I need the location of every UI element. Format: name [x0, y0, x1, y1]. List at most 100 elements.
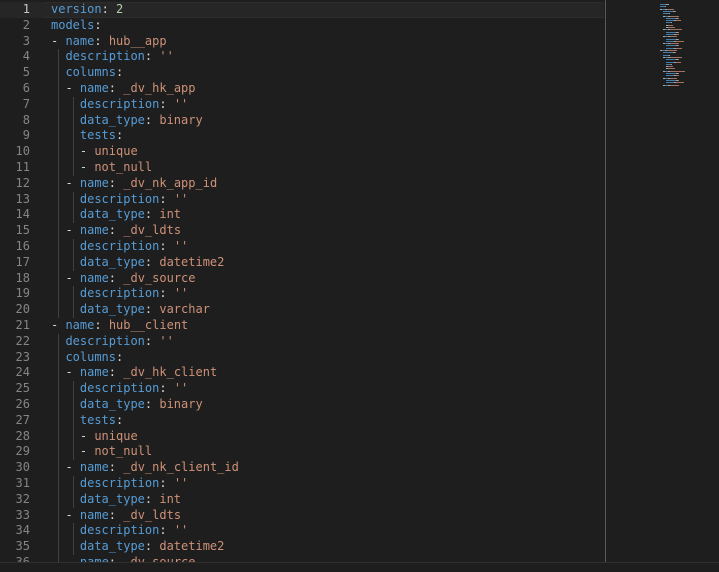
yaml-key: description: [79, 238, 160, 253]
yaml-key: data_type: [79, 539, 145, 554]
code-line[interactable]: 31 description: '': [0, 475, 604, 492]
minimap-segment: [670, 84, 680, 86]
code-line[interactable]: 22 description: '': [0, 333, 604, 350]
code-line[interactable]: 32 data_type: int: [0, 491, 604, 508]
indent-guide: [72, 491, 74, 508]
code-editor[interactable]: 1 version: 2 2 models: 3- name: hub__app 4 des…: [0, 0, 719, 572]
minimap-segment: [666, 61, 675, 63]
line-number: 4: [22, 49, 30, 64]
list-dash: -: [65, 175, 80, 190]
code-line[interactable]: 6 - name: _dv_hk_app: [0, 80, 604, 97]
code-line[interactable]: 18 - name: _dv_source: [0, 270, 604, 287]
minimap-segment: [674, 10, 677, 12]
code-text: models:: [51, 18, 102, 34]
line-number: 3: [22, 33, 30, 48]
code-line[interactable]: 19 description: '': [0, 286, 604, 303]
indent-guide: [58, 460, 60, 476]
line-number: 21: [15, 317, 30, 332]
code-line[interactable]: 34 description: '': [0, 523, 604, 540]
code-line[interactable]: 12 - name: _dv_nk_app_id: [0, 175, 604, 192]
indent-guide: [58, 539, 60, 555]
list-dash: -: [65, 80, 80, 95]
yaml-separator: :: [94, 33, 109, 48]
minimap-segment: [666, 40, 675, 42]
line-number: 9: [22, 128, 30, 143]
code-line[interactable]: 5 columns:: [0, 65, 604, 81]
code-text: - name: _dv_hk_app: [65, 81, 195, 97]
indent-guide: [72, 159, 74, 176]
code-line[interactable]: 17 data_type: datetime2: [0, 254, 604, 271]
code-line[interactable]: 30 - name: _dv_nk_client_id: [0, 460, 604, 476]
line-number: 30: [15, 460, 30, 475]
indent-guide: [72, 238, 74, 255]
line-number: 28: [15, 428, 30, 443]
code-line[interactable]: 7 description: '': [0, 96, 604, 113]
code-lines[interactable]: 1 version: 2 2 models: 3- name: hub__app 4 des…: [0, 2, 604, 571]
code-line[interactable]: 8 data_type: binary: [0, 112, 604, 129]
list-dash: -: [65, 507, 80, 522]
code-line[interactable]: 29 - not_null: [0, 444, 604, 461]
line-number: 18: [15, 270, 30, 285]
yaml-key: name: [79, 270, 109, 285]
indent-guide: [72, 412, 74, 429]
indent-guide: [72, 444, 74, 461]
minimap-segment: [666, 59, 676, 61]
minimap-segment: [666, 75, 675, 77]
code-text: - name: _dv_hk_client: [65, 365, 217, 381]
code-text: description: '': [65, 49, 173, 65]
code-line[interactable]: 14 data_type: int: [0, 207, 604, 224]
code-line[interactable]: 33 - name: _dv_ldts: [0, 507, 604, 524]
code-line[interactable]: 25 description: '': [0, 381, 604, 397]
code-text: description: '': [65, 334, 173, 350]
code-line[interactable]: 13 description: '': [0, 191, 604, 208]
indent-guide: [72, 128, 74, 145]
list-dash: -: [79, 444, 95, 459]
code-line[interactable]: 24 - name: _dv_hk_client: [0, 365, 604, 382]
minimap-segment: [675, 47, 683, 49]
code-line[interactable]: 20 data_type: varchar: [0, 302, 604, 318]
code-line[interactable]: 21 - name: hub__client: [0, 318, 604, 334]
code-line[interactable]: 23 columns:: [0, 349, 604, 366]
indent-guide: [58, 444, 60, 461]
list-dash: -: [51, 317, 66, 332]
code-line[interactable]: 16 description: '': [0, 238, 604, 255]
minimap-segment: [677, 59, 680, 61]
code-line[interactable]: 4 description: '': [0, 49, 604, 66]
code-line[interactable]: 1 version: 2: [0, 2, 604, 18]
yaml-value: not_null: [94, 159, 153, 174]
minimap[interactable]: [606, 0, 719, 572]
horizontal-scrollbar[interactable]: [0, 562, 719, 572]
yaml-value: _dv_nk_client_id: [123, 460, 239, 475]
list-dash: -: [65, 270, 80, 285]
code-line[interactable]: 2 models:: [0, 18, 604, 34]
minimap-segment: [666, 79, 676, 81]
indent-guide: [72, 381, 74, 397]
code-text: - not_null: [80, 444, 152, 460]
indent-guide: [72, 112, 74, 129]
line-number: 5: [22, 65, 30, 80]
yaml-separator: :: [144, 207, 160, 222]
line-number: 26: [15, 396, 30, 411]
indent-guide: [58, 207, 60, 224]
code-text: tests:: [80, 128, 123, 144]
code-line[interactable]: 11 - not_null: [0, 159, 604, 176]
indent-guide: [58, 412, 60, 429]
minimap-segment: [667, 8, 675, 10]
code-line[interactable]: 28 - unique: [0, 428, 604, 445]
code-line[interactable]: 10 - unique: [0, 144, 604, 160]
yaml-separator: :: [116, 349, 124, 364]
indent-guide: [72, 286, 74, 303]
code-line[interactable]: 35 data_type: datetime2: [0, 539, 604, 555]
indent-guide: [58, 144, 60, 160]
code-line[interactable]: 26 data_type: binary: [0, 396, 604, 413]
minimap-segment: [666, 31, 676, 33]
yaml-separator: :: [108, 460, 124, 475]
yaml-key: name: [79, 175, 109, 190]
yaml-separator: :: [116, 412, 124, 427]
code-line[interactable]: 3 - name: hub__app: [0, 34, 604, 50]
indent-guide: [58, 112, 60, 129]
code-line[interactable]: 27 tests:: [0, 412, 604, 429]
code-line[interactable]: 15 - name: _dv_ldts: [0, 223, 604, 239]
yaml-value: datetime2: [159, 254, 225, 269]
code-line[interactable]: 9 tests:: [0, 128, 604, 145]
